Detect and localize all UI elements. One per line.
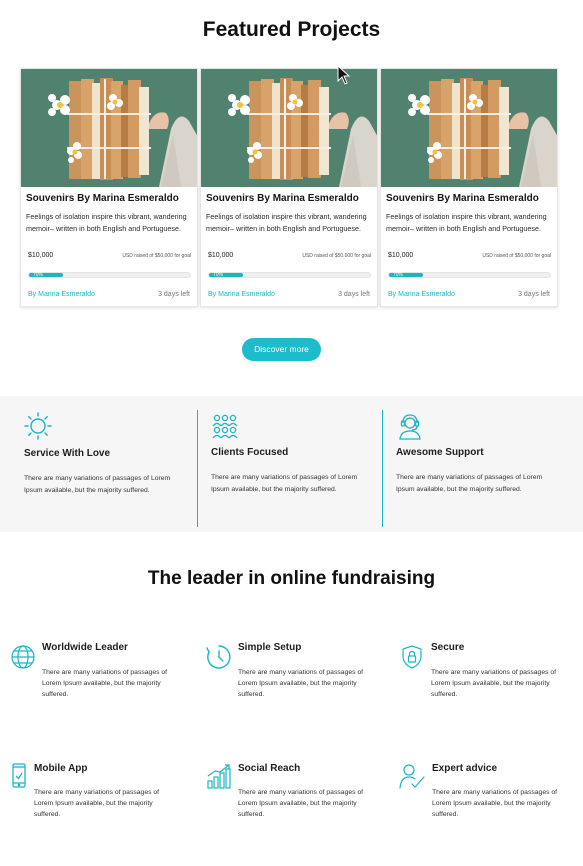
- project-card[interactable]: Souvenirs By Marina Esmeraldo Feelings o…: [200, 68, 378, 307]
- mobile-phone-icon: [12, 763, 26, 788]
- service-description: There are many variations of passages of…: [211, 474, 358, 493]
- card-description: Feelings of isolation inspire this vibra…: [26, 212, 187, 233]
- card-days-left: 3 days left: [518, 291, 550, 298]
- globe-icon: [11, 645, 35, 669]
- service-item: Service With Love There are many variati…: [0, 396, 197, 532]
- card-author-link[interactable]: By Marina Esmeraldo: [28, 291, 95, 298]
- progress-bar: 70%: [28, 272, 191, 278]
- project-image[interactable]: [381, 69, 558, 187]
- card-days-left: 3 days left: [158, 291, 190, 298]
- feature-title: Expert advice: [432, 763, 498, 774]
- service-title: Clients Focused: [211, 447, 289, 458]
- leader-section-title: The leader in online fundraising: [147, 568, 436, 589]
- project-card[interactable]: Souvenirs By Marina Esmeraldo Feelings o…: [20, 68, 198, 307]
- feature-title: Mobile App: [34, 763, 88, 774]
- progress-fill: 70%: [209, 272, 243, 278]
- discover-more-button[interactable]: Discover more: [242, 338, 321, 361]
- feature-title: Simple Setup: [238, 642, 302, 653]
- card-title[interactable]: Souvenirs By Marina Esmeraldo: [206, 193, 359, 204]
- service-description: There are many variations of passages of…: [24, 475, 171, 494]
- project-image[interactable]: [21, 69, 198, 187]
- feature-title: Worldwide Leader: [42, 642, 128, 653]
- card-author-link[interactable]: By Marina Esmeraldo: [208, 291, 275, 298]
- service-title: Awesome Support: [396, 447, 484, 458]
- sun-icon: [24, 412, 52, 440]
- card-title[interactable]: Souvenirs By Marina Esmeraldo: [386, 193, 539, 204]
- progress-fill: 70%: [29, 272, 63, 278]
- bar-chart-icon: [207, 764, 231, 789]
- feature-description: There are many variations of passages of…: [238, 789, 364, 818]
- feature-title: Social Reach: [238, 763, 301, 774]
- project-image[interactable]: [201, 69, 378, 187]
- service-description: There are many variations of passages of…: [396, 474, 543, 493]
- card-description: Feelings of isolation inspire this vibra…: [386, 212, 547, 233]
- feature-description: There are many variations of passages of…: [432, 789, 558, 818]
- shield-lock-icon: [402, 645, 422, 669]
- card-goal-text: USD raised of $50,000 for goal: [302, 253, 371, 259]
- progress-label: 70%: [393, 272, 404, 278]
- services-section: Service With Love There are many variati…: [0, 396, 583, 532]
- card-description: Feelings of isolation inspire this vibra…: [206, 212, 367, 233]
- headset-support-icon: [399, 414, 421, 440]
- feature-description: There are many variations of passages of…: [431, 669, 557, 698]
- progress-fill: 70%: [389, 272, 423, 278]
- card-title[interactable]: Souvenirs By Marina Esmeraldo: [26, 193, 179, 204]
- card-amount: $10,000: [28, 252, 54, 259]
- progress-bar: 70%: [388, 272, 551, 278]
- card-amount: $10,000: [208, 252, 234, 259]
- service-title: Service With Love: [24, 448, 111, 459]
- feature-title: Secure: [431, 642, 465, 653]
- card-amount: $10,000: [388, 252, 414, 259]
- group-icon: [212, 414, 238, 439]
- progress-label: 70%: [213, 272, 224, 278]
- service-item: Clients Focused There are many variation…: [198, 396, 382, 532]
- project-card[interactable]: Souvenirs By Marina Esmeraldo Feelings o…: [380, 68, 558, 307]
- feature-description: There are many variations of passages of…: [238, 669, 364, 698]
- progress-bar: 70%: [208, 272, 371, 278]
- clock-icon: [206, 645, 231, 669]
- user-check-icon: [399, 764, 425, 789]
- featured-projects-title: Featured Projects: [202, 18, 381, 41]
- card-goal-text: USD raised of $50,000 for goal: [482, 253, 551, 259]
- card-goal-text: USD raised of $50,000 for goal: [122, 253, 191, 259]
- card-author-link[interactable]: By Marina Esmeraldo: [388, 291, 455, 298]
- card-days-left: 3 days left: [338, 291, 370, 298]
- feature-description: There are many variations of passages of…: [34, 789, 160, 818]
- progress-label: 70%: [33, 272, 44, 278]
- feature-description: There are many variations of passages of…: [42, 669, 168, 698]
- mouse-cursor-icon: [337, 65, 351, 85]
- service-item: Awesome Support There are many variation…: [383, 396, 583, 532]
